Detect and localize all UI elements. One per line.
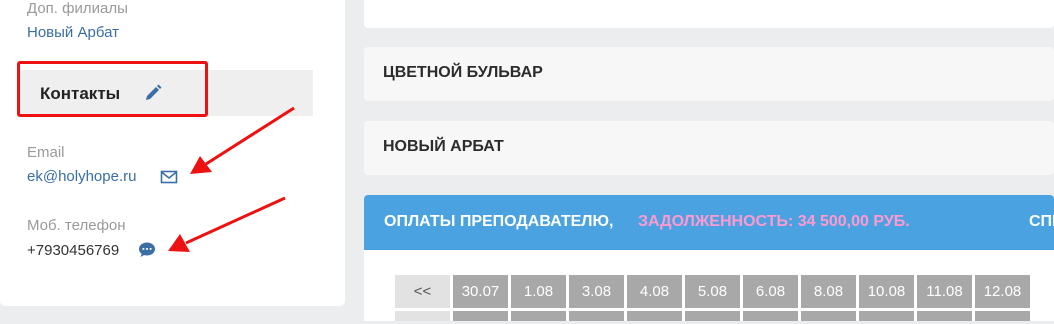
date-cell[interactable]: 4.08	[627, 275, 682, 308]
date-cell[interactable]: 11.08	[917, 275, 972, 308]
table-cell	[511, 311, 566, 321]
list-link[interactable]: СПИ	[1029, 213, 1054, 231]
payments-title: ОПЛАТЫ ПРЕПОДАВАТЕЛЮ,	[384, 213, 614, 230]
branch-link[interactable]: Новый Арбат	[27, 24, 119, 41]
date-cell[interactable]: 8.08	[801, 275, 856, 308]
table-cell	[453, 311, 508, 321]
mail-icon[interactable]	[160, 170, 178, 189]
date-cell[interactable]: 10.08	[859, 275, 914, 308]
date-cell[interactable]: 1.08	[511, 275, 566, 308]
table-cell	[685, 311, 740, 321]
teacher-sidebar: Доп. филиалы Новый Арбат Контакты Email …	[0, 0, 345, 306]
table-cell	[801, 311, 856, 321]
table-cell	[917, 311, 972, 321]
payments-header: ОПЛАТЫ ПРЕПОДАВАТЕЛЮ, ЗАДОЛЖЕННОСТЬ: 34 …	[364, 195, 1054, 250]
table-cell	[569, 311, 624, 321]
branches-label: Доп. филиалы	[27, 0, 128, 17]
top-card	[364, 0, 1054, 28]
date-cell[interactable]: 12.08	[975, 275, 1030, 308]
date-cell[interactable]: 6.08	[743, 275, 798, 308]
date-cell[interactable]: 3.08	[569, 275, 624, 308]
sms-icon[interactable]	[138, 242, 156, 263]
annotation-highlight-box	[17, 61, 208, 117]
table-cell	[859, 311, 914, 321]
date-cell[interactable]: 30.07	[453, 275, 508, 308]
phone-value: +7930456769	[27, 242, 120, 259]
phone-label: Моб. телефон	[27, 217, 126, 234]
branch-row-label: НОВЫЙ АРБАТ	[383, 138, 504, 155]
email-label: Email	[27, 144, 65, 161]
email-value[interactable]: ek@holyhope.ru	[27, 168, 136, 185]
payments-panel: ОПЛАТЫ ПРЕПОДАВАТЕЛЮ, ЗАДОЛЖЕННОСТЬ: 34 …	[364, 195, 1054, 321]
table-cell	[627, 311, 682, 321]
branch-row[interactable]: НОВЫЙ АРБАТ	[364, 121, 1054, 175]
payment-dates-table: << 30.07 1.08 3.08 4.08 5.08 6.08 8.08 1…	[392, 272, 1033, 324]
table-cell	[975, 311, 1030, 321]
prev-dates-button[interactable]: <<	[395, 275, 450, 308]
branch-row[interactable]: ЦВЕТНОЙ БУЛЬВАР	[364, 47, 1054, 101]
table-cell	[395, 311, 450, 321]
date-cell[interactable]: 5.08	[685, 275, 740, 308]
debt-amount: ЗАДОЛЖЕННОСТЬ: 34 500,00 РУБ.	[638, 213, 910, 230]
branch-row-label: ЦВЕТНОЙ БУЛЬВАР	[383, 64, 543, 81]
table-cell	[743, 311, 798, 321]
